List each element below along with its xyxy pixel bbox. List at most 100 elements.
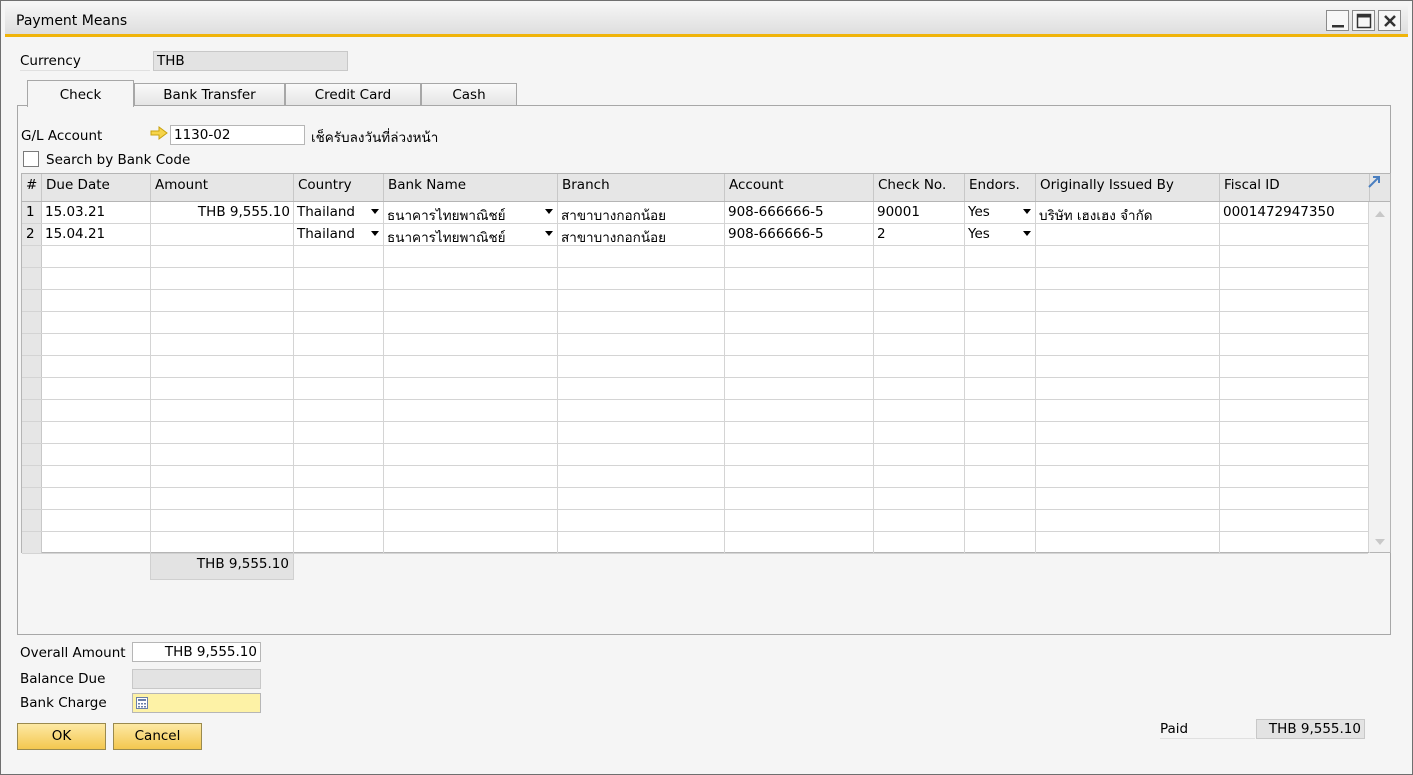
table-cell[interactable] [384, 488, 558, 509]
account-cell[interactable]: 908-666666-5 [725, 224, 874, 245]
table-cell[interactable] [725, 466, 874, 487]
table-cell[interactable] [965, 334, 1036, 355]
table-cell[interactable] [558, 356, 725, 377]
table-cell[interactable] [151, 400, 294, 421]
table-cell[interactable] [1220, 400, 1370, 421]
table-cell[interactable] [874, 246, 965, 267]
table-row[interactable] [22, 466, 1370, 488]
search-by-bank-checkbox[interactable] [23, 151, 39, 167]
table-cell[interactable] [874, 444, 965, 465]
table-cell[interactable] [384, 444, 558, 465]
table-row[interactable] [22, 532, 1370, 554]
table-cell[interactable] [725, 312, 874, 333]
table-cell[interactable] [725, 488, 874, 509]
scroll-up-icon[interactable] [1374, 210, 1386, 218]
check-no-cell[interactable]: 90001 [874, 202, 965, 223]
table-cell[interactable] [384, 466, 558, 487]
table-cell[interactable] [725, 444, 874, 465]
table-cell[interactable] [725, 378, 874, 399]
table-cell[interactable] [294, 532, 384, 553]
table-cell[interactable] [874, 312, 965, 333]
table-cell[interactable] [965, 290, 1036, 311]
table-cell[interactable] [1036, 444, 1220, 465]
table-cell[interactable] [42, 510, 151, 531]
close-button[interactable] [1378, 10, 1401, 31]
table-cell[interactable] [1036, 422, 1220, 443]
col-header-country[interactable]: Country [294, 174, 384, 201]
table-cell[interactable] [874, 422, 965, 443]
table-cell[interactable] [1220, 378, 1370, 399]
table-row[interactable]: 2 15.04.21 Thailand ธนาคารไทยพาณิชย์ สาข… [22, 224, 1370, 246]
bank-name-cell[interactable]: ธนาคารไทยพาณิชย์ [384, 202, 558, 223]
account-cell[interactable]: 908-666666-5 [725, 202, 874, 223]
table-cell[interactable] [384, 510, 558, 531]
table-cell[interactable] [151, 334, 294, 355]
table-cell[interactable] [558, 312, 725, 333]
table-cell[interactable] [294, 312, 384, 333]
minimize-button[interactable] [1326, 10, 1349, 31]
amount-cell[interactable] [151, 224, 294, 245]
table-cell[interactable] [1220, 510, 1370, 531]
table-cell[interactable] [294, 290, 384, 311]
table-cell[interactable] [1036, 378, 1220, 399]
cancel-button[interactable]: Cancel [113, 723, 202, 750]
table-cell[interactable] [294, 444, 384, 465]
table-cell[interactable] [42, 466, 151, 487]
table-cell[interactable] [1036, 356, 1220, 377]
title-bar[interactable]: Payment Means [5, 5, 1408, 37]
tab-credit-card[interactable]: Credit Card [285, 83, 421, 106]
table-cell[interactable] [384, 422, 558, 443]
ok-button[interactable]: OK [17, 723, 106, 750]
table-cell[interactable] [42, 312, 151, 333]
table-cell[interactable] [151, 444, 294, 465]
fiscal-id-cell[interactable]: 0001472947350 [1220, 202, 1370, 223]
table-cell[interactable] [558, 268, 725, 289]
table-row[interactable] [22, 444, 1370, 466]
table-cell[interactable] [874, 290, 965, 311]
table-cell[interactable] [965, 532, 1036, 553]
country-cell[interactable]: Thailand [294, 202, 384, 223]
table-cell[interactable] [558, 488, 725, 509]
table-cell[interactable] [558, 510, 725, 531]
table-cell[interactable] [558, 422, 725, 443]
fiscal-id-cell[interactable] [1220, 224, 1370, 245]
table-cell[interactable] [384, 378, 558, 399]
table-cell[interactable] [965, 488, 1036, 509]
table-cell[interactable] [1036, 510, 1220, 531]
table-cell[interactable] [1036, 334, 1220, 355]
gl-account-input[interactable]: 1130-02 [170, 125, 305, 145]
table-cell[interactable] [558, 334, 725, 355]
table-cell[interactable] [151, 488, 294, 509]
table-cell[interactable] [874, 268, 965, 289]
table-cell[interactable] [151, 290, 294, 311]
endors-cell[interactable]: Yes [965, 202, 1036, 223]
table-cell[interactable] [294, 356, 384, 377]
table-cell[interactable] [874, 510, 965, 531]
table-cell[interactable] [294, 378, 384, 399]
table-cell[interactable] [965, 400, 1036, 421]
table-cell[interactable] [1220, 312, 1370, 333]
table-cell[interactable] [384, 246, 558, 267]
table-cell[interactable] [1220, 444, 1370, 465]
amount-cell[interactable]: THB 9,555.10 [151, 202, 294, 223]
table-cell[interactable] [384, 268, 558, 289]
country-cell[interactable]: Thailand [294, 224, 384, 245]
table-cell[interactable] [42, 532, 151, 553]
table-row[interactable] [22, 400, 1370, 422]
col-header-account[interactable]: Account [725, 174, 874, 201]
col-header-amount[interactable]: Amount [151, 174, 294, 201]
table-cell[interactable] [42, 400, 151, 421]
table-scrollbar[interactable] [1368, 202, 1390, 552]
table-cell[interactable] [558, 444, 725, 465]
table-cell[interactable] [558, 378, 725, 399]
table-cell[interactable] [294, 488, 384, 509]
table-cell[interactable] [965, 422, 1036, 443]
table-cell[interactable] [384, 400, 558, 421]
link-arrow-icon[interactable] [150, 126, 168, 140]
table-cell[interactable] [151, 466, 294, 487]
table-cell[interactable] [1220, 356, 1370, 377]
table-cell[interactable] [1220, 268, 1370, 289]
tab-cash[interactable]: Cash [421, 83, 517, 106]
col-header-fiscal-id[interactable]: Fiscal ID [1220, 174, 1370, 201]
table-cell[interactable] [965, 510, 1036, 531]
